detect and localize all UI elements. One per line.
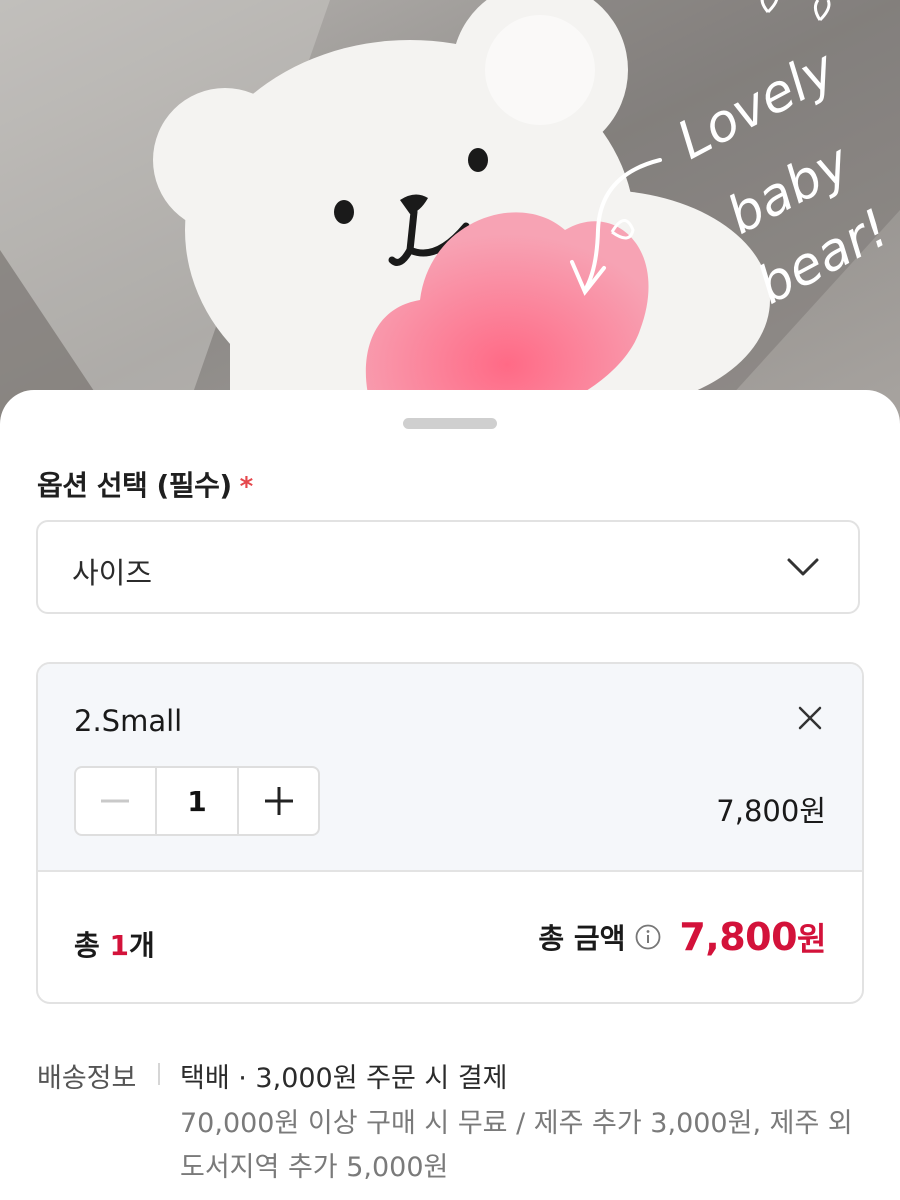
quantity-stepper: 1 xyxy=(74,766,320,836)
info-icon[interactable] xyxy=(635,924,661,950)
sheet-drag-handle[interactable] xyxy=(403,418,497,429)
total-count-prefix: 총 xyxy=(74,929,110,962)
shipping-divider xyxy=(158,1063,160,1085)
shipping-info-label: 배송정보 xyxy=(37,1063,137,1094)
selected-option-name: 2.Small xyxy=(74,704,183,738)
decrease-quantity-button[interactable] xyxy=(76,768,157,834)
chevron-down-icon xyxy=(787,558,819,576)
total-amount-unit: 원 xyxy=(797,920,826,958)
total-amount-number: 7,800 xyxy=(679,915,798,959)
option-price: 7,800원 xyxy=(716,794,826,828)
close-icon[interactable] xyxy=(796,704,824,732)
size-select-dropdown[interactable]: 사이즈 xyxy=(36,520,860,614)
total-count-value: 1 xyxy=(109,929,129,962)
total-count-suffix: 개 xyxy=(129,929,155,962)
selected-option-row: 2.Small 1 7,800원 xyxy=(38,664,862,872)
total-amount-label: 총 금액 xyxy=(538,922,626,955)
minus-icon xyxy=(101,799,130,803)
required-mark: * xyxy=(239,472,254,502)
shipping-info-detail: 70,000원 이상 구매 시 무료 / 제주 추가 3,000원, 제주 외 … xyxy=(180,1108,853,1183)
product-photo: Lovely baby bear! xyxy=(0,0,900,430)
option-bottom-sheet: 옵션 선택 (필수) * 사이즈 2.Small 1 7,800원 총 1개 총… xyxy=(0,390,900,1200)
quantity-value[interactable]: 1 xyxy=(157,768,240,834)
total-count: 총 1개 xyxy=(74,924,155,964)
size-select-value: 사이즈 xyxy=(72,556,153,590)
option-section-title-text: 옵션 선택 (필수) xyxy=(37,469,232,502)
shipping-info-main: 택배 · 3,000원 주문 시 결제 xyxy=(180,1063,508,1094)
total-amount: 총 금액 7,800원 xyxy=(538,914,826,960)
increase-quantity-button[interactable] xyxy=(239,768,318,834)
selected-option-card: 2.Small 1 7,800원 총 1개 총 금액 7,800원 xyxy=(36,662,864,1004)
plus-icon xyxy=(264,787,293,815)
option-section-title: 옵션 선택 (필수) * xyxy=(37,464,253,504)
total-amount-value: 7,800원 xyxy=(679,914,826,960)
